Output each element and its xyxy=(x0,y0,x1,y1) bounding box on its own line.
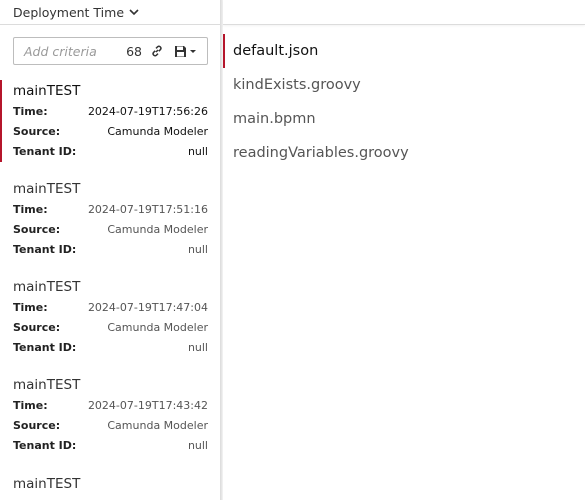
save-dropdown[interactable] xyxy=(174,45,197,58)
tenant-value: null xyxy=(187,145,208,158)
sort-dropdown[interactable]: Deployment Time xyxy=(0,0,220,25)
deployment-name: mainTEST xyxy=(13,83,81,99)
search-criteria-box[interactable]: Add criteria 68 xyxy=(13,37,208,65)
deployment-name: mainTEST xyxy=(13,377,81,393)
tenant-value: null xyxy=(187,243,208,256)
deployment-item[interactable]: mainTEST Time: 2024-07-19T17:51:16 Source… xyxy=(0,178,220,260)
source-value: Camunda Modeler xyxy=(107,125,208,138)
resource-item[interactable]: readingVariables.groovy xyxy=(223,136,585,170)
resources-panel: default.json kindExists.groovy main.bpmn… xyxy=(223,0,585,500)
source-value: Camunda Modeler xyxy=(107,419,208,432)
time-value: 2024-07-19T17:56:26 xyxy=(87,105,208,118)
deployment-name: mainTEST xyxy=(13,476,81,492)
resource-item[interactable]: kindExists.groovy xyxy=(223,68,585,102)
result-count: 68 xyxy=(126,43,142,59)
link-icon[interactable] xyxy=(150,44,164,58)
deployment-name: mainTEST xyxy=(13,181,81,197)
time-label: Time: xyxy=(13,203,48,216)
tenant-label: Tenant ID: xyxy=(13,243,77,256)
source-label: Source: xyxy=(13,125,61,138)
time-value: 2024-07-19T17:47:04 xyxy=(87,301,208,314)
chevron-down-icon xyxy=(128,6,140,18)
time-label: Time: xyxy=(13,399,48,412)
search-input[interactable]: Add criteria xyxy=(14,44,126,59)
resource-item[interactable]: main.bpmn xyxy=(223,102,585,136)
source-label: Source: xyxy=(13,321,61,334)
tenant-label: Tenant ID: xyxy=(13,439,77,452)
time-value: 2024-07-19T17:43:42 xyxy=(87,399,208,412)
source-value: Camunda Modeler xyxy=(107,223,208,236)
deployment-item[interactable]: mainTEST Time: 2024-07-19T17:43:42 Source… xyxy=(0,374,220,456)
time-label: Time: xyxy=(13,105,48,118)
tenant-value: null xyxy=(187,439,208,452)
time-value: 2024-07-19T17:51:16 xyxy=(87,203,208,216)
tenant-value: null xyxy=(187,341,208,354)
tenant-label: Tenant ID: xyxy=(13,145,77,158)
caret-down-icon xyxy=(190,50,196,53)
resource-list: default.json kindExists.groovy main.bpmn… xyxy=(223,34,585,170)
deployment-name: mainTEST xyxy=(13,279,81,295)
floppy-disk-icon xyxy=(175,45,186,57)
source-label: Source: xyxy=(13,419,61,432)
deployments-panel: Deployment Time Add criteria 68 mainTEST… xyxy=(0,0,220,500)
tenant-label: Tenant ID: xyxy=(13,341,77,354)
source-value: Camunda Modeler xyxy=(107,321,208,334)
deployment-item[interactable]: mainTEST xyxy=(0,473,220,495)
sort-label: Deployment Time xyxy=(13,4,125,20)
time-label: Time: xyxy=(13,301,48,314)
deployment-item[interactable]: mainTEST Time: 2024-07-19T17:47:04 Source… xyxy=(0,276,220,358)
source-label: Source: xyxy=(13,223,61,236)
deployment-item[interactable]: mainTEST Time: 2024-07-19T17:56:26 Source… xyxy=(0,80,220,162)
resource-item[interactable]: default.json xyxy=(223,34,585,68)
resources-header xyxy=(223,0,585,25)
